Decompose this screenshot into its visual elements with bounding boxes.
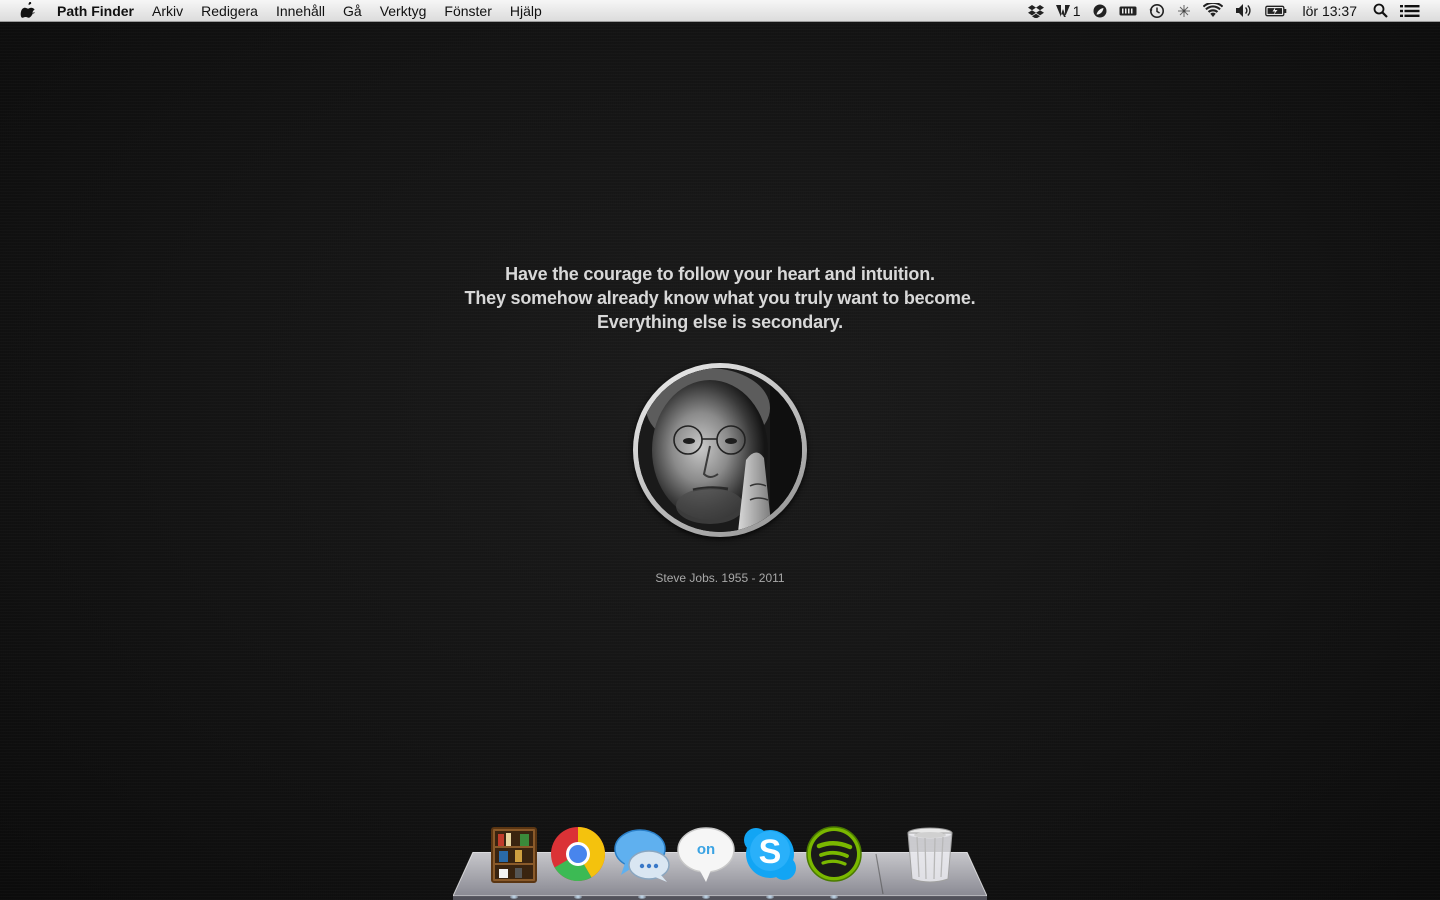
wifi-icon[interactable] xyxy=(1197,0,1229,22)
running-indicator xyxy=(574,895,582,899)
menu-arkiv[interactable]: Arkiv xyxy=(143,0,192,22)
portrait-photo xyxy=(638,368,802,532)
dock-chrome-icon[interactable] xyxy=(549,825,607,883)
messenger-label: on xyxy=(696,841,716,858)
quote-line-2: They somehow already know what you truly… xyxy=(464,288,976,308)
dock-messenger-icon[interactable]: on xyxy=(677,825,735,883)
menu-redigera[interactable]: Redigera xyxy=(192,0,267,22)
quote-line-3: Everything else is secondary. xyxy=(597,312,843,332)
dock-ichat-icon[interactable] xyxy=(613,825,671,883)
time-machine-icon[interactable] xyxy=(1143,0,1171,22)
clock[interactable]: lör 13:37 xyxy=(1293,0,1367,22)
running-indicator xyxy=(830,895,838,899)
dock-spotify-icon[interactable] xyxy=(805,825,863,883)
notification-center-icon[interactable] xyxy=(1394,0,1426,22)
apple-menu-icon[interactable] xyxy=(17,0,39,22)
menu-fonster[interactable]: Fönster xyxy=(435,0,500,22)
menu-app-name[interactable]: Path Finder xyxy=(48,0,143,22)
quote-caption: Steve Jobs. 1955 - 2011 xyxy=(655,571,785,585)
skype-label: S xyxy=(758,833,782,871)
portrait-frame xyxy=(633,363,807,537)
volume-icon[interactable] xyxy=(1229,0,1259,22)
battery-icon[interactable] xyxy=(1259,0,1293,22)
spotlight-search-icon[interactable] xyxy=(1367,0,1394,22)
wallpaper-quote: Have the courage to follow your heart an… xyxy=(0,262,1440,334)
dock-skype-icon[interactable]: S xyxy=(741,825,799,883)
dock-delicious-library-icon[interactable] xyxy=(485,825,543,883)
menu-verktyg[interactable]: Verktyg xyxy=(371,0,436,22)
dock-trash-icon[interactable] xyxy=(901,825,959,883)
menu-innehall[interactable]: Innehåll xyxy=(267,0,334,22)
running-indicator xyxy=(510,895,518,899)
battery-meter-icon[interactable] xyxy=(1113,0,1143,22)
menu-bar: Path Finder Arkiv Redigera Innehåll Gå V… xyxy=(0,0,1440,22)
quote-line-1: Have the courage to follow your heart an… xyxy=(505,264,935,284)
leaf-icon[interactable] xyxy=(1087,0,1113,22)
bluetooth-icon[interactable] xyxy=(1171,0,1197,22)
adobe-icon[interactable]: 1 xyxy=(1050,0,1087,22)
running-indicator xyxy=(638,895,646,899)
dropbox-icon[interactable] xyxy=(1022,0,1050,22)
running-indicator xyxy=(766,895,774,899)
running-indicator xyxy=(702,895,710,899)
menu-ga[interactable]: Gå xyxy=(334,0,371,22)
menu-hjalp[interactable]: Hjälp xyxy=(501,0,551,22)
adobe-count: 1 xyxy=(1072,2,1081,19)
